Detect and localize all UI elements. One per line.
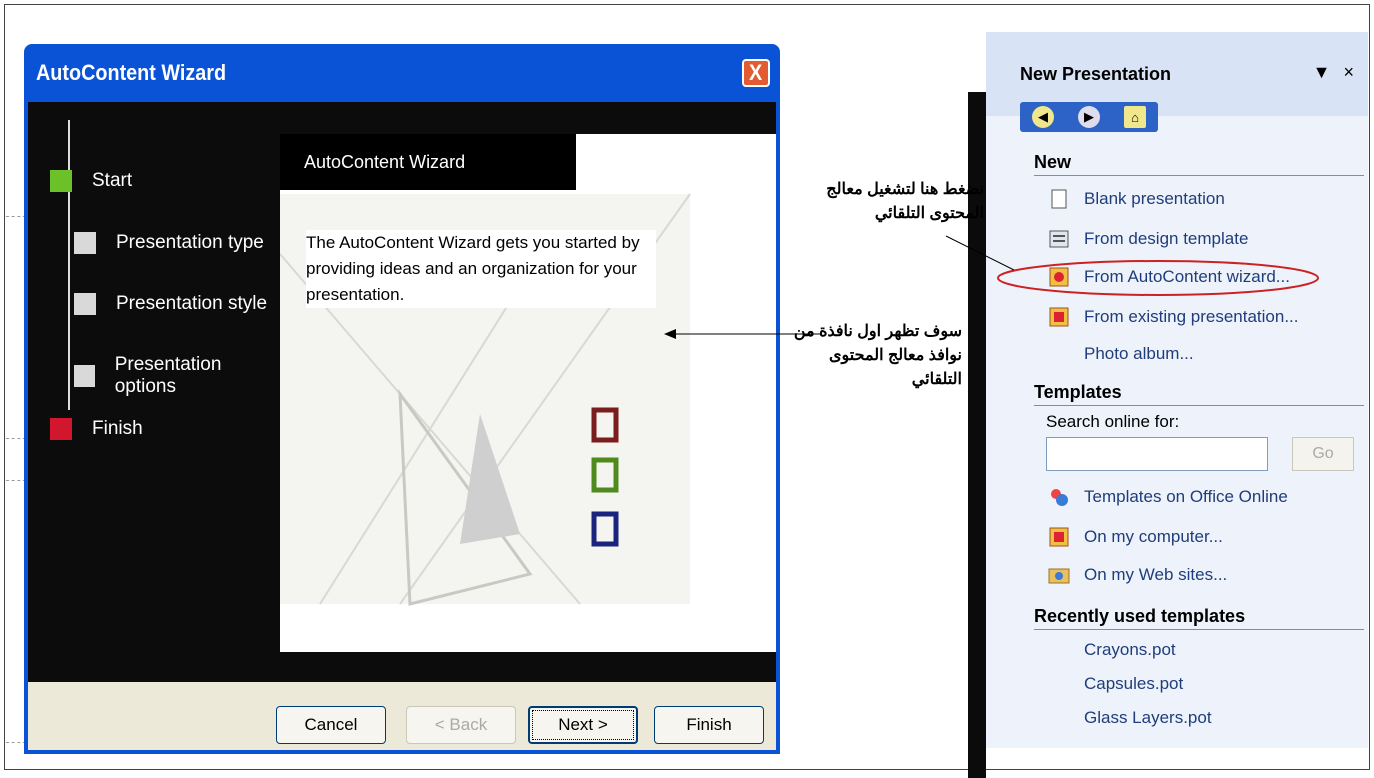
step-finish[interactable]: Finish <box>50 418 143 440</box>
step-label: Presentation style <box>116 293 268 314</box>
back-arrow-icon[interactable]: ◀ <box>1032 106 1054 128</box>
step-label: Presentation type <box>116 232 264 253</box>
step-label: Start <box>92 170 133 191</box>
close-icon[interactable]: × <box>1343 62 1354 82</box>
blank-presentation-link[interactable]: Blank presentation <box>1048 188 1225 210</box>
step-finish-marker <box>50 418 72 440</box>
wizard-icon <box>1048 266 1070 288</box>
item-label: From existing presentation... <box>1084 307 1299 326</box>
search-online-input[interactable] <box>1046 437 1268 471</box>
wizard-title: AutoContent Wizard <box>36 60 227 85</box>
dropdown-icon[interactable]: ▼ <box>1313 62 1331 82</box>
item-label: Photo album... <box>1084 344 1194 363</box>
finish-button[interactable]: Finish <box>654 706 764 744</box>
autocontent-wizard-link[interactable]: From AutoContent wizard... <box>1048 266 1290 288</box>
home-icon[interactable]: ⌂ <box>1124 106 1146 128</box>
item-label: On my computer... <box>1084 527 1223 546</box>
step-label: Presentation options <box>114 354 222 397</box>
wizard-content-area <box>280 134 776 652</box>
annotation-top-note: نضغط هنا لتشغيل معالج المحتوى التلقائي <box>826 181 984 222</box>
web-folder-icon <box>1048 564 1070 586</box>
pane-inner: New Presentation ▼ × ◀ ▶ ⌂ New Blank pre… <box>986 32 1368 748</box>
step-presentation-options[interactable]: Presentation options <box>74 354 278 398</box>
pane-nav-bar: ◀ ▶ ⌂ <box>1020 102 1158 132</box>
decorative-background <box>280 193 691 606</box>
recent-templates-heading: Recently used templates <box>1034 606 1364 630</box>
design-template-icon <box>1048 228 1070 250</box>
pane-title: New Presentation <box>1020 64 1172 84</box>
step-start[interactable]: Start <box>50 170 132 192</box>
step-start-marker <box>50 170 72 192</box>
next-button[interactable]: Next > <box>528 706 638 744</box>
go-button[interactable]: Go <box>1292 437 1354 471</box>
wizard-banner: AutoContent Wizard <box>280 134 576 190</box>
pane-controls: ▼ × <box>1313 62 1354 83</box>
step-marker <box>74 365 95 387</box>
templates-office-online-link[interactable]: Templates on Office Online <box>1048 486 1288 508</box>
photo-album-link[interactable]: Photo album... <box>1084 344 1194 364</box>
design-template-link[interactable]: From design template <box>1048 228 1248 250</box>
dotted-guide <box>6 480 26 481</box>
recent-template-link[interactable]: Crayons.pot <box>1084 640 1176 660</box>
step-marker <box>74 232 96 254</box>
wizard-steps-panel: Start Presentation type Presentation sty… <box>28 102 278 677</box>
dotted-guide <box>6 438 26 439</box>
step-marker <box>74 293 96 315</box>
cancel-button[interactable]: Cancel <box>276 706 386 744</box>
step-presentation-type[interactable]: Presentation type <box>74 232 264 254</box>
close-icon: X <box>748 60 762 85</box>
item-label: From AutoContent wizard... <box>1084 267 1290 286</box>
autocontent-wizard-window: AutoContent Wizard X Start Presentation … <box>24 44 780 754</box>
step-label: Finish <box>92 418 143 439</box>
wizard-title-bar[interactable]: AutoContent Wizard X <box>28 44 776 102</box>
step-presentation-style[interactable]: Presentation style <box>74 293 267 315</box>
search-label: Search online for: <box>1046 412 1180 431</box>
computer-template-icon <box>1048 526 1070 548</box>
steps-connector-line <box>68 120 70 410</box>
item-label: On my Web sites... <box>1084 565 1228 584</box>
back-button[interactable]: < Back <box>406 706 516 744</box>
close-button[interactable]: X <box>742 59 770 87</box>
banner-title: AutoContent Wizard <box>304 151 466 172</box>
new-presentation-task-pane: New Presentation ▼ × ◀ ▶ ⌂ New Blank pre… <box>968 32 1368 778</box>
item-label: Templates on Office Online <box>1084 487 1288 506</box>
on-my-computer-link[interactable]: On my computer... <box>1048 526 1223 548</box>
new-section-heading: New <box>1034 152 1364 176</box>
existing-presentation-icon <box>1048 306 1070 328</box>
wizard-button-bar: Cancel < Back Next > Finish <box>28 682 776 750</box>
on-my-web-sites-link[interactable]: On my Web sites... <box>1048 564 1227 586</box>
forward-arrow-icon[interactable]: ▶ <box>1078 106 1100 128</box>
recent-template-link[interactable]: Capsules.pot <box>1084 674 1183 694</box>
office-online-icon <box>1048 486 1070 508</box>
wizard-body: Start Presentation type Presentation sty… <box>28 102 776 750</box>
blank-document-icon <box>1048 188 1070 210</box>
templates-section-heading: Templates <box>1034 382 1364 406</box>
dotted-guide <box>6 742 26 743</box>
annotation-middle-note: سوف تظهر اول نافذة من نوافذ معالج المحتو… <box>793 323 962 388</box>
item-label: Blank presentation <box>1084 189 1225 208</box>
item-label: From design template <box>1084 229 1249 248</box>
dotted-guide <box>6 216 26 217</box>
recent-template-link[interactable]: Glass Layers.pot <box>1084 708 1212 728</box>
wizard-description: The AutoContent Wizard gets you started … <box>306 230 656 308</box>
existing-presentation-link[interactable]: From existing presentation... <box>1048 306 1298 328</box>
